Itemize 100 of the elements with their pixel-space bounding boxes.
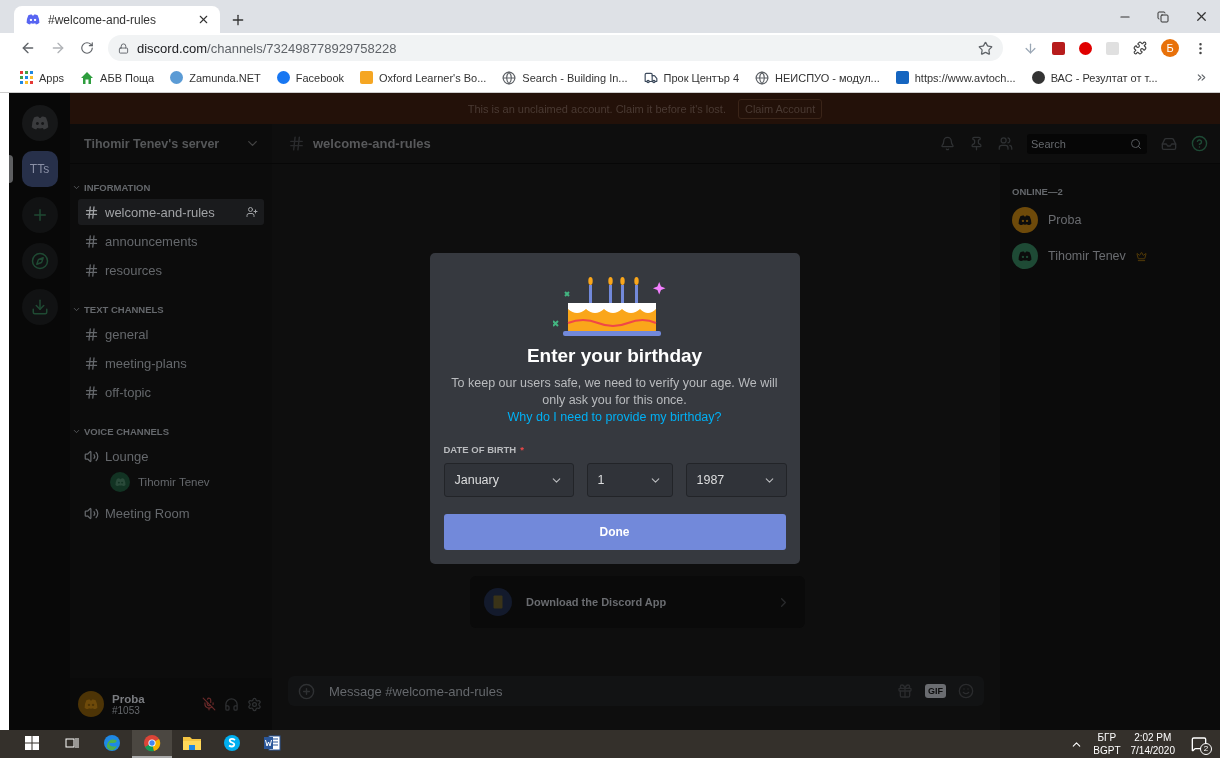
address-bar[interactable]: discord.com/channels/732498778929758228 — [108, 35, 1003, 61]
settings-icon[interactable] — [247, 696, 262, 712]
reload-icon[interactable] — [80, 41, 94, 55]
channel-item[interactable]: Lounge — [78, 443, 264, 469]
more-bookmarks-icon[interactable] — [1195, 71, 1208, 84]
bookmark[interactable]: https://www.avtoch... — [895, 71, 1016, 84]
channel-name: welcome-and-rules — [105, 204, 216, 220]
speaker-icon — [84, 505, 99, 521]
browser-tab[interactable]: #welcome-and-rules — [14, 6, 220, 33]
date-select[interactable]: 1987 — [685, 463, 787, 497]
muted-mic-icon[interactable] — [202, 697, 216, 711]
close-icon[interactable] — [197, 13, 210, 26]
download-icon — [30, 298, 49, 316]
download-app-card[interactable]: Download the Discord App — [470, 576, 805, 628]
help-icon[interactable] — [1191, 135, 1208, 152]
avatar-icon — [1018, 250, 1032, 262]
channel-name: resources — [105, 262, 164, 278]
bookmark[interactable]: Apps — [20, 71, 65, 84]
inbox-icon[interactable] — [1161, 135, 1177, 152]
member-item[interactable]: Tihomir Tenev — [1012, 243, 1212, 269]
channel-name: Lounge — [105, 448, 150, 464]
puzzle-icon[interactable] — [1133, 41, 1147, 55]
channel-name: Meeting Room — [105, 505, 191, 521]
bookmark[interactable]: Facebook — [276, 71, 345, 84]
bookmark[interactable]: ВАС - Резултат от т... — [1031, 71, 1158, 84]
edge-icon[interactable] — [103, 734, 121, 752]
url-domain: discord.com — [137, 40, 208, 56]
chrome-icon[interactable] — [143, 734, 161, 752]
lock-icon — [118, 42, 129, 54]
language-indicator[interactable]: БГР BGPT — [1093, 731, 1121, 757]
selection-pill — [9, 155, 13, 183]
windows-logo-icon — [25, 736, 39, 750]
category-header[interactable]: TEXT CHANNELS — [84, 304, 164, 315]
extension-icon[interactable] — [1079, 41, 1092, 55]
invite-icon[interactable] — [246, 206, 258, 218]
avatar-icon — [1018, 214, 1032, 226]
star-icon[interactable] — [978, 40, 993, 56]
help-link[interactable]: Why do I need to provide my birthday? — [507, 410, 722, 424]
word-icon[interactable] — [263, 734, 281, 752]
home-button[interactable] — [21, 105, 58, 141]
channel-item[interactable]: resources — [78, 257, 264, 283]
compass-button[interactable] — [21, 243, 58, 279]
date-of-birth-label: DATE OF BIRTH * — [443, 444, 525, 455]
phone-icon — [484, 588, 512, 616]
headphones-icon[interactable] — [224, 696, 239, 712]
message-field[interactable]: Message #welcome-and-rules GIF — [288, 676, 984, 706]
pin-icon[interactable] — [969, 136, 984, 151]
extension-icon[interactable] — [1052, 41, 1065, 55]
chevron-down-icon[interactable] — [72, 427, 81, 436]
bookmark[interactable]: НЕИСПУО - модул... — [755, 70, 880, 85]
category-header[interactable]: INFORMATION — [84, 182, 151, 193]
profile-avatar[interactable]: Б — [1161, 39, 1179, 57]
search-field[interactable]: Search — [1027, 133, 1147, 154]
clock[interactable]: 2:02 PM 7/14/2020 — [1130, 731, 1175, 757]
channel-item[interactable]: Meeting Room — [78, 500, 264, 526]
channel-name: general — [105, 326, 150, 342]
gif-button[interactable]: GIF — [925, 684, 946, 698]
discord-logo-icon — [30, 116, 49, 130]
compass-icon — [30, 252, 49, 270]
members-icon[interactable] — [998, 136, 1013, 151]
dialog-title: Enter your birthday — [526, 345, 703, 367]
search-icon — [1130, 137, 1142, 150]
back-icon[interactable] — [20, 40, 36, 56]
bookmark[interactable]: Search - Building In... — [502, 70, 628, 85]
down-arrow-icon[interactable] — [1023, 40, 1038, 56]
channel-item[interactable]: welcome-and-rules — [78, 199, 264, 225]
add-attachment-icon[interactable] — [298, 682, 315, 700]
hash-icon — [84, 204, 99, 220]
bell-icon[interactable] — [940, 136, 955, 151]
forward-icon[interactable] — [50, 40, 66, 56]
done-button[interactable]: Done — [443, 514, 786, 550]
bookmark[interactable]: Zamunda.NET — [170, 71, 261, 84]
voice-user[interactable]: Tihomir Tenev — [138, 476, 210, 488]
hash-icon — [84, 355, 99, 371]
category-header[interactable]: VOICE CHANNELS — [84, 426, 169, 437]
bookmark[interactable]: Oxford Learner's Bo... — [360, 71, 487, 84]
add-server-button[interactable] — [21, 197, 58, 233]
server-name[interactable]: Tihomir Tenev's server — [70, 124, 272, 164]
chevron-down-icon[interactable] — [72, 183, 81, 192]
chevron-down-icon[interactable] — [72, 305, 81, 314]
download-app-text: Download the Discord App — [526, 596, 668, 608]
server-button[interactable]: TTs — [21, 151, 58, 187]
speaker-icon — [84, 448, 99, 464]
channel-name: announcements — [105, 233, 199, 249]
channel-item[interactable]: general — [78, 321, 264, 347]
channel-item[interactable]: announcements — [78, 228, 264, 254]
date-select[interactable]: January — [443, 463, 574, 497]
discord-favicon-icon — [26, 14, 40, 25]
channel-item[interactable]: off-topic — [78, 379, 264, 405]
download-button[interactable] — [21, 289, 58, 325]
member-item[interactable]: Proba — [1012, 207, 1212, 233]
skype-icon[interactable] — [223, 734, 241, 752]
channel-name: off-topic — [105, 384, 152, 400]
hash-icon — [84, 384, 99, 400]
bookmark[interactable]: Прок Център 4 — [643, 70, 740, 85]
bookmark[interactable]: АБВ Поща — [80, 70, 155, 85]
dialog-description: To keep our users safe, we need to verify your age. We will only ask you for this once. Why do I need to provide my birthday? — [450, 375, 779, 426]
date-select[interactable]: 1 — [586, 463, 673, 497]
channel-item[interactable]: meeting-plans — [78, 350, 264, 376]
folder-icon[interactable] — [182, 735, 202, 751]
